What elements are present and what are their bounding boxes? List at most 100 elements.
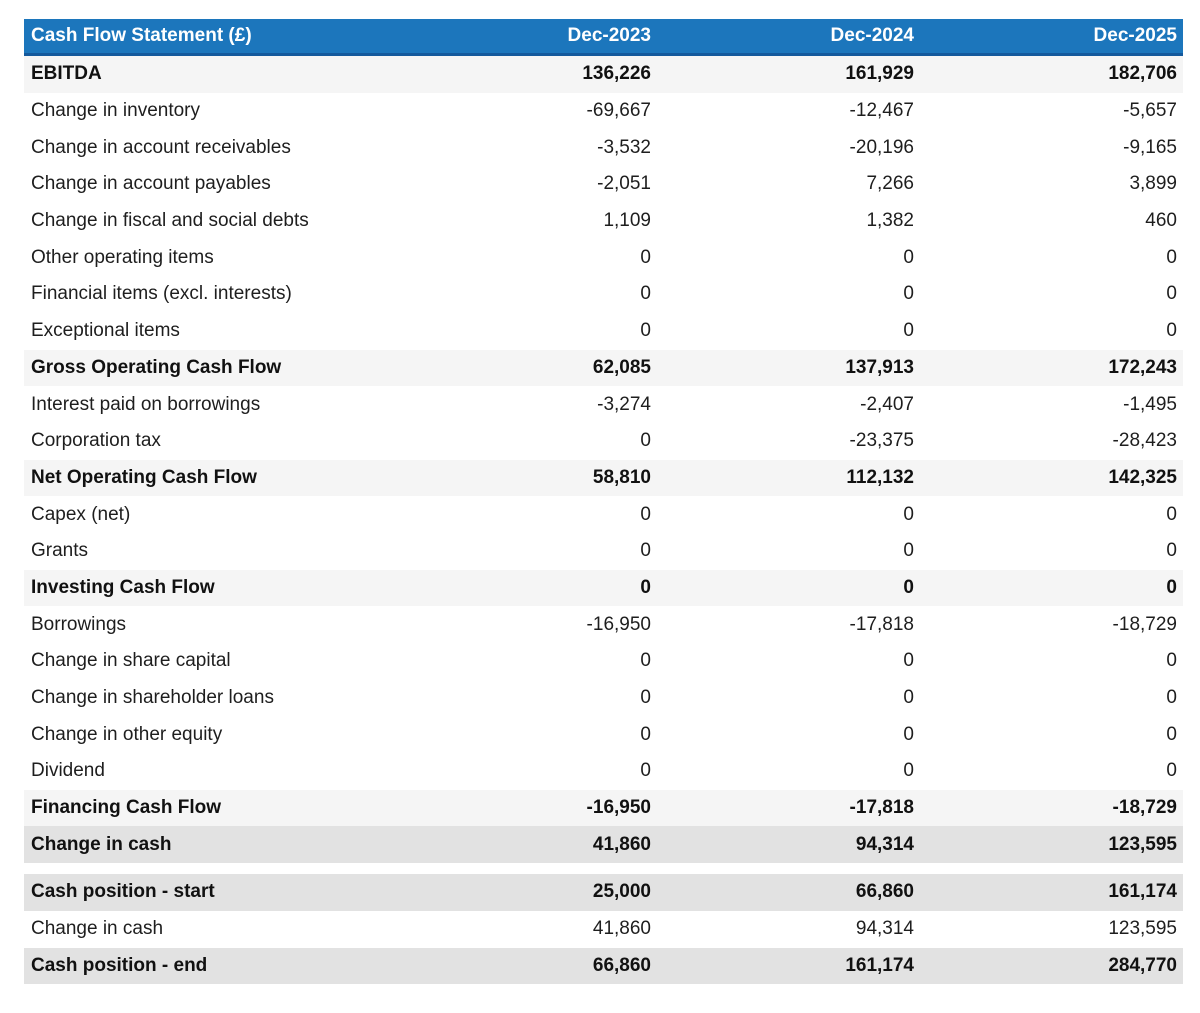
row-value: 284,770 [1108,954,1177,976]
table-row: Change in account receivables -3,532 -20,1… [24,129,1183,167]
row-value: 0 [1166,283,1177,305]
row-label: Other operating items [31,246,214,268]
row-value: 0 [903,650,914,672]
row-value: 0 [640,320,651,342]
row-label: Change in cash [31,918,164,940]
row-value: 58,810 [592,466,651,488]
row-value: 1,109 [603,210,651,232]
table-row: EBITDA 136,226 161,929 182,706 [24,54,1183,93]
row-value: 0 [640,540,651,562]
row-value: 0 [1166,687,1177,709]
row-value: 3,899 [1129,173,1177,195]
row-label: Change in inventory [31,100,200,122]
table-row: Change in cash 41,860 94,314 123,595 [24,826,1183,864]
table-row: Change in fiscal and social debts 1,109 1,… [24,202,1183,240]
row-value: 0 [640,430,651,452]
row-label: Capex (net) [31,503,131,525]
row-value: 0 [903,576,914,598]
table-row: Capex (net) 0 0 0 [24,496,1183,533]
row-value: -2,407 [860,393,914,415]
row-value: 0 [1166,540,1177,562]
row-value: -28,423 [1112,430,1177,452]
table-row: Change in account payables -2,051 7,266 3,8… [24,166,1183,203]
table-row: Financing Cash Flow -16,950 -17,818 -18,729 [24,789,1183,827]
row-value: -17,818 [849,797,914,819]
row-label: Borrowings [31,613,127,635]
table-row: Cash position - end 66,860 161,174 284,770 [24,947,1183,985]
row-value: -9,165 [1123,136,1177,158]
row-value: 0 [903,760,914,782]
row-value: 460 [1145,210,1177,232]
row-value: 1,382 [866,210,914,232]
table-row: Dividend 0 0 0 [24,753,1183,790]
row-value: 0 [640,760,651,782]
row-value: 142,325 [1108,466,1177,488]
row-value: 0 [903,283,914,305]
row-value: 66,860 [855,881,914,903]
row-value: -16,950 [586,797,651,819]
row-value: 0 [640,503,651,525]
row-value: -3,532 [597,136,651,158]
row-value: 161,174 [1108,881,1177,903]
row-value: 0 [640,723,651,745]
table-row: Grants 0 0 0 [24,532,1183,570]
table-row: Other operating items 0 0 0 [24,239,1183,277]
row-value: -20,196 [849,136,914,158]
row-value: 25,000 [592,881,651,903]
row-label: Net Operating Cash Flow [31,466,257,488]
row-label: Dividend [31,760,105,782]
row-value: 0 [1166,503,1177,525]
row-value: 0 [903,320,914,342]
row-label: Investing Cash Flow [31,576,215,598]
row-label: EBITDA [31,63,102,85]
row-value: 7,266 [866,173,914,195]
cash-position-table: Cash position - start 25,000 66,860 161,174… [24,874,1183,985]
row-label: Change in fiscal and social debts [31,210,309,232]
row-value: 0 [640,576,651,598]
row-value: -18,729 [1112,613,1177,635]
row-label: Change in share capital [31,650,231,672]
table-header-row: Cash Flow Statement (£) Dec-2023 Dec-202… [24,19,1183,56]
row-value: 0 [640,687,651,709]
row-label: Change in account payables [31,173,271,195]
row-value: 123,595 [1108,833,1177,855]
row-value: 66,860 [592,954,651,976]
row-value: -12,467 [849,100,914,122]
row-label: Interest paid on borrowings [31,393,261,415]
row-value: 0 [1166,246,1177,268]
row-value: 0 [903,503,914,525]
row-value: 137,913 [845,356,914,378]
row-value: -23,375 [849,430,914,452]
row-value: 0 [1166,576,1177,598]
row-label: Change in other equity [31,723,223,745]
row-value: -1,495 [1123,393,1177,415]
row-value: -16,950 [586,613,651,635]
row-value: -69,667 [586,100,651,122]
table-row: Change in cash 41,860 94,314 123,595 [24,910,1183,948]
row-value: 161,174 [845,954,914,976]
row-value: 112,132 [846,466,914,488]
row-value: 0 [640,283,651,305]
table-row: Exceptional items 0 0 0 [24,312,1183,350]
row-value: 0 [903,246,914,268]
table-row: Investing Cash Flow 0 0 0 [24,569,1183,607]
row-value: 41,860 [592,918,651,940]
row-value: 0 [903,687,914,709]
table-row: Financial items (excl. interests) 0 0 0 [24,276,1183,313]
row-value: 0 [640,650,651,672]
row-label: Cash position - start [31,881,215,903]
row-label: Change in account receivables [31,136,291,158]
row-value: -17,818 [849,613,914,635]
table-row: Change in shareholder loans 0 0 0 [24,679,1183,717]
row-value: 136,226 [582,63,651,85]
row-value: 0 [1166,760,1177,782]
table-row: Cash position - start 25,000 66,860 161,174 [24,874,1183,911]
row-value: 94,314 [855,918,914,940]
row-label: Corporation tax [31,430,161,452]
column-header-dec-2024: Dec-2024 [657,19,920,56]
row-value: -5,657 [1123,100,1177,122]
table-row: Change in share capital 0 0 0 [24,643,1183,680]
column-header-dec-2025: Dec-2025 [920,19,1183,56]
table-row: Change in inventory -69,667 -12,467 -5,657 [24,92,1183,130]
row-value: 172,243 [1108,356,1177,378]
